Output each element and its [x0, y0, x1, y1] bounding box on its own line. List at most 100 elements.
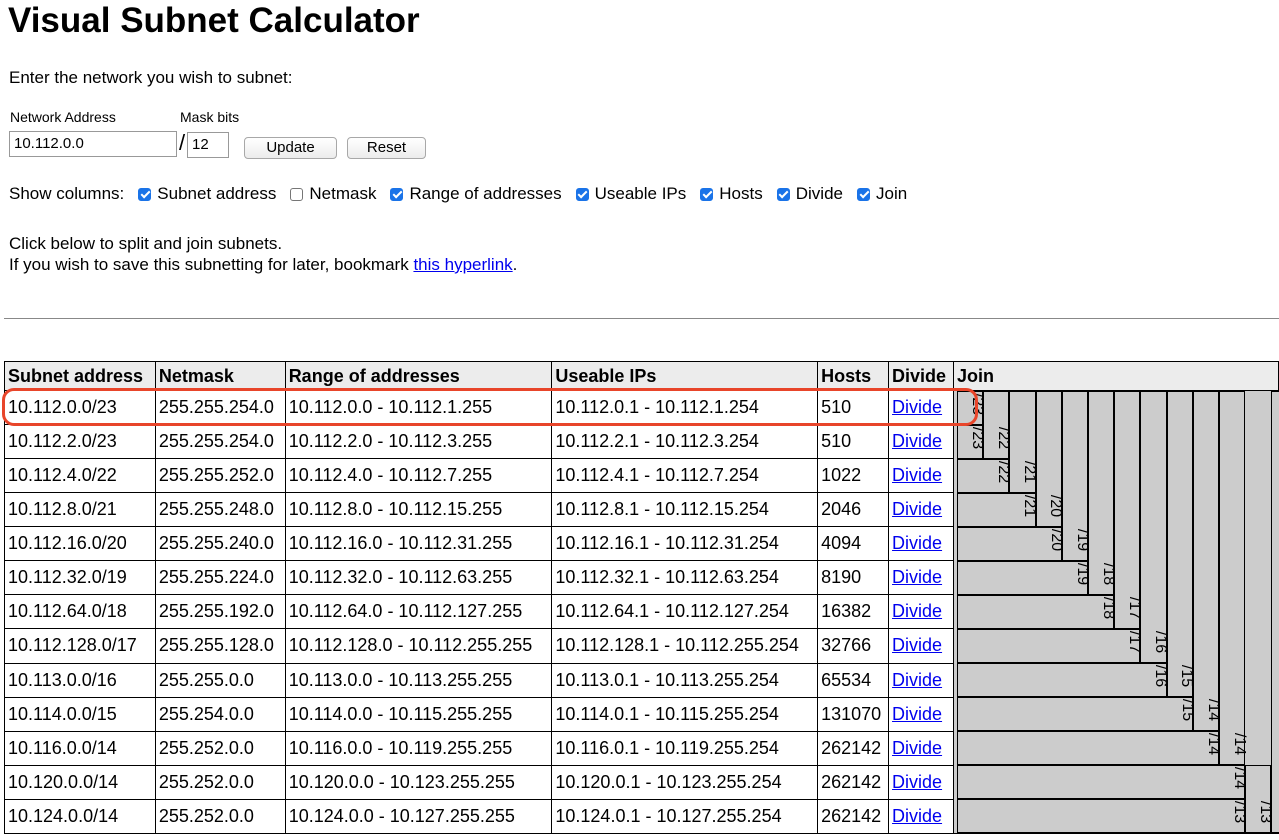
cell-subnet-address: 10.112.2.0/23 [4, 424, 156, 460]
subnet-table: Subnet address Netmask Range of addresse… [4, 361, 1279, 835]
cell-subnet-address: 10.112.16.0/20 [4, 526, 156, 562]
cell-range: 10.112.4.0 - 10.112.7.255 [284, 458, 553, 494]
update-button[interactable]: Update [244, 137, 337, 159]
join-label: /14 [1231, 732, 1249, 756]
join-cell[interactable]: /14 [956, 731, 1222, 765]
join-cell[interactable]: /14 [1218, 391, 1249, 765]
checkbox-label-join: Join [876, 184, 908, 203]
cell-useable-ips: 10.116.0.1 - 10.119.255.254 [551, 730, 819, 766]
cell-range: 10.112.2.0 - 10.112.3.255 [284, 424, 553, 460]
join-cell[interactable]: /20 [956, 527, 1065, 561]
join-cell[interactable]: /19 [956, 561, 1091, 595]
divide-link[interactable]: Divide [892, 635, 942, 655]
cell-useable-ips: 10.124.0.1 - 10.127.255.254 [551, 798, 819, 835]
divide-link[interactable]: Divide [892, 806, 942, 826]
checkbox-range[interactable] [390, 187, 404, 201]
cell-range: 10.116.0.0 - 10.119.255.255 [284, 730, 553, 766]
join-column: /23/23/22/22/21/21/20/20/19/19/18/18/17/… [952, 390, 1279, 834]
divide-link[interactable]: Divide [892, 499, 942, 519]
cell-netmask: 255.252.0.0 [154, 730, 286, 766]
reset-button[interactable]: Reset [347, 137, 426, 159]
join-cell[interactable]: /15 [956, 697, 1196, 731]
bookmark-link[interactable]: this hyperlink [413, 255, 512, 274]
divide-link[interactable]: Divide [892, 533, 942, 553]
cell-subnet-address: 10.112.128.0/17 [4, 628, 156, 664]
checkbox-divide[interactable] [776, 187, 790, 201]
join-cell[interactable]: /13 [956, 799, 1248, 833]
checkbox-subnet-address[interactable] [138, 187, 152, 201]
instructions-line-1: Click below to split and join subnets. [9, 234, 283, 253]
network-address-input[interactable]: 10.112.0.0 [9, 131, 177, 157]
join-cell[interactable]: /23 [956, 425, 986, 459]
cell-divide: Divide [888, 628, 954, 664]
divide-link[interactable]: Divide [892, 704, 942, 724]
join-cell[interactable]: /22 [983, 391, 1012, 459]
cell-subnet-address: 10.112.4.0/22 [4, 458, 156, 494]
cell-useable-ips: 10.112.16.1 - 10.112.31.254 [551, 526, 819, 562]
checkbox-label-subnet-address: Subnet address [157, 184, 277, 203]
cell-useable-ips: 10.114.0.1 - 10.115.255.254 [551, 696, 819, 732]
cell-hosts: 8190 [817, 560, 890, 596]
cell-divide: Divide [888, 662, 954, 698]
mask-bits-label: Mask bits [180, 109, 240, 125]
mask-bits-input[interactable]: 12 [187, 132, 229, 158]
cell-hosts: 65534 [817, 662, 890, 698]
cell-divide: Divide [888, 696, 954, 732]
divide-link[interactable]: Divide [892, 431, 942, 451]
cell-hosts: 16382 [817, 594, 890, 630]
cell-hosts: 510 [817, 424, 890, 460]
divide-link[interactable]: Divide [892, 772, 942, 792]
join-cell[interactable]: /17 [1114, 391, 1143, 629]
join-cell[interactable]: /18 [1087, 391, 1117, 595]
join-cell[interactable]: /12 [1271, 391, 1279, 833]
cell-divide: Divide [888, 526, 954, 562]
cell-range: 10.120.0.0 - 10.123.255.255 [284, 764, 553, 800]
cell-hosts: 1022 [817, 458, 890, 494]
cell-netmask: 255.255.224.0 [154, 560, 286, 596]
cell-range: 10.112.8.0 - 10.112.15.255 [284, 492, 553, 528]
cell-subnet-address: 10.112.8.0/21 [4, 492, 156, 528]
join-cell[interactable]: /22 [956, 459, 1012, 493]
checkbox-label-useable-ips: Useable IPs [594, 184, 687, 203]
checkbox-label-range: Range of addresses [409, 184, 562, 203]
divide-link[interactable]: Divide [892, 465, 942, 485]
cell-subnet-address: 10.112.32.0/19 [4, 560, 156, 596]
cell-hosts: 262142 [817, 764, 890, 800]
checkbox-join[interactable] [857, 187, 870, 201]
join-cell[interactable]: /16 [956, 663, 1169, 697]
join-cell[interactable]: /14 [1192, 391, 1222, 731]
cell-divide: Divide [888, 458, 954, 494]
header-divide: Divide [888, 361, 954, 391]
divide-link[interactable]: Divide [892, 670, 942, 690]
join-cell[interactable]: /13 [1245, 765, 1274, 833]
checkbox-hosts[interactable] [700, 187, 714, 201]
join-cell[interactable]: /18 [956, 595, 1117, 629]
join-cell[interactable]: /14 [956, 765, 1248, 799]
join-cell[interactable]: /16 [1140, 391, 1169, 663]
join-cell[interactable]: /21 [1009, 391, 1038, 493]
cell-useable-ips: 10.120.0.1 - 10.123.255.254 [551, 764, 819, 800]
cell-useable-ips: 10.112.4.1 - 10.112.7.254 [551, 458, 819, 494]
cell-subnet-address: 10.120.0.0/14 [4, 764, 156, 800]
cell-netmask: 255.255.128.0 [154, 628, 286, 664]
divide-link[interactable]: Divide [892, 601, 942, 621]
cell-range: 10.112.16.0 - 10.112.31.255 [284, 526, 553, 562]
join-cell[interactable]: /15 [1166, 391, 1196, 697]
join-cell[interactable]: /20 [1035, 391, 1065, 527]
checkbox-useable-ips[interactable] [575, 187, 589, 201]
slash-separator: / [179, 130, 186, 155]
instructions-line-2: If you wish to save this subnetting for … [9, 254, 517, 275]
divide-link[interactable]: Divide [892, 567, 942, 587]
cell-useable-ips: 10.112.64.1 - 10.112.127.254 [551, 594, 819, 630]
instructions: Click below to split and join subnets. I… [9, 233, 517, 275]
cell-hosts: 4094 [817, 526, 890, 562]
cell-netmask: 255.254.0.0 [154, 696, 286, 732]
join-cell[interactable]: /17 [956, 629, 1143, 663]
cell-netmask: 255.255.252.0 [154, 458, 286, 494]
cell-useable-ips: 10.112.32.1 - 10.112.63.254 [551, 560, 819, 596]
divide-link[interactable]: Divide [892, 738, 942, 758]
join-cell[interactable]: /21 [956, 493, 1038, 527]
checkbox-netmask[interactable] [290, 187, 304, 201]
divider [4, 318, 1279, 319]
join-cell[interactable]: /19 [1061, 391, 1091, 561]
